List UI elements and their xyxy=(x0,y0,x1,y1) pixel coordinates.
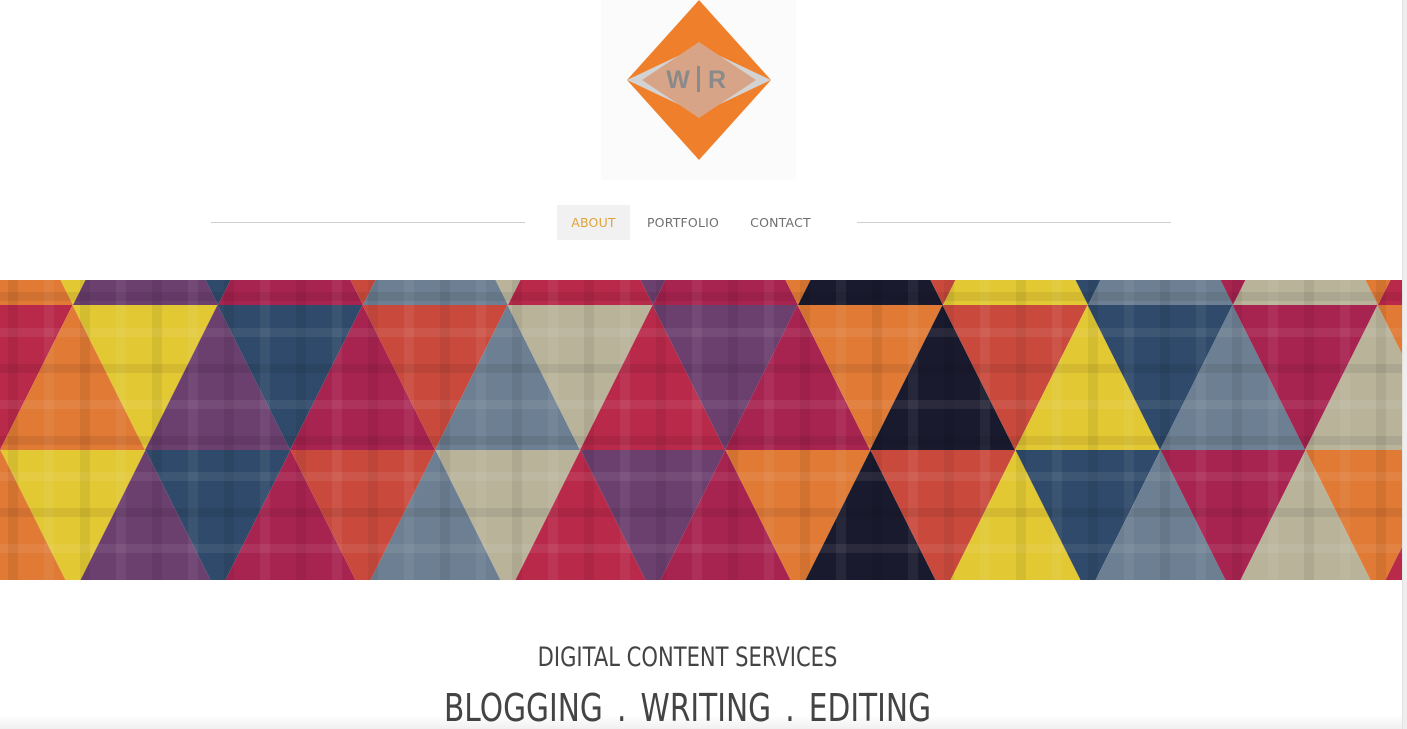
nav-item-contact[interactable]: CONTACT xyxy=(740,205,821,240)
pattern-stripe xyxy=(620,280,630,580)
pattern-stripe xyxy=(872,280,882,580)
pattern-stripe xyxy=(584,280,594,580)
pattern-stripe xyxy=(0,328,1403,337)
pattern-stripe xyxy=(764,280,774,580)
pattern-stripe xyxy=(836,280,846,580)
pattern-stripe xyxy=(800,280,810,580)
pattern-stripe xyxy=(440,280,450,580)
pattern-stripe xyxy=(296,280,306,580)
pattern-stripe xyxy=(980,280,990,580)
pattern-stripe xyxy=(116,280,126,580)
pattern-stripe xyxy=(728,280,738,580)
pattern-stripe xyxy=(1376,280,1386,580)
pattern-stripe xyxy=(260,280,270,580)
site-logo[interactable]: W R xyxy=(601,0,796,180)
pattern-stripe xyxy=(1088,280,1098,580)
nav-item-about[interactable]: ABOUT xyxy=(557,205,630,240)
pattern-stripe xyxy=(224,280,234,580)
pattern-stripe xyxy=(0,544,1403,553)
pattern-stripe xyxy=(0,364,1403,373)
pattern-stripe xyxy=(152,280,162,580)
pattern-stripe xyxy=(1268,280,1278,580)
pattern-stripe xyxy=(692,280,702,580)
pattern-stripe xyxy=(188,280,198,580)
pattern-stripe xyxy=(1124,280,1134,580)
pattern-stripe xyxy=(1340,280,1350,580)
hero-banner-image xyxy=(0,280,1403,580)
logo-diamond-icon: W R xyxy=(627,0,771,160)
bottom-shadow xyxy=(0,715,1403,729)
pattern-stripe xyxy=(1052,280,1062,580)
pattern-stripe xyxy=(44,280,54,580)
pattern-stripe xyxy=(656,280,666,580)
pattern-stripe xyxy=(8,280,18,580)
pattern-stripe xyxy=(404,280,414,580)
pattern-stripe xyxy=(1232,280,1242,580)
pattern-stripe xyxy=(1160,280,1170,580)
pattern-stripe xyxy=(332,280,342,580)
pattern-stripe xyxy=(512,280,522,580)
pattern-stripe xyxy=(0,472,1403,481)
pattern-stripe xyxy=(548,280,558,580)
triangle-pattern xyxy=(0,280,1403,580)
pattern-stripe xyxy=(1016,280,1026,580)
pattern-stripe xyxy=(944,280,954,580)
nav-divider-left xyxy=(211,222,525,223)
page: W R ABOUT PORTFOLIO CONTACT DIGITAL CONT… xyxy=(0,0,1407,729)
pattern-stripe xyxy=(908,280,918,580)
pattern-stripe xyxy=(1196,280,1206,580)
nav-item-portfolio[interactable]: PORTFOLIO xyxy=(639,205,727,240)
section-subtitle: DIGITAL CONTENT SERVICES xyxy=(537,642,838,673)
scrollbar-track[interactable] xyxy=(1402,0,1407,729)
logo-letter-w: W xyxy=(666,66,690,94)
pattern-stripe xyxy=(0,292,1403,301)
nav-divider-right xyxy=(857,222,1171,223)
logo-letter-r: R xyxy=(708,66,726,94)
pattern-stripe xyxy=(476,280,486,580)
pattern-stripe xyxy=(0,508,1403,517)
pattern-stripe xyxy=(368,280,378,580)
pattern-stripe xyxy=(1304,280,1314,580)
pattern-stripe xyxy=(0,400,1403,409)
main-navigation: ABOUT PORTFOLIO CONTACT xyxy=(0,205,1403,240)
pattern-stripe xyxy=(0,436,1403,445)
pattern-stripe xyxy=(80,280,90,580)
